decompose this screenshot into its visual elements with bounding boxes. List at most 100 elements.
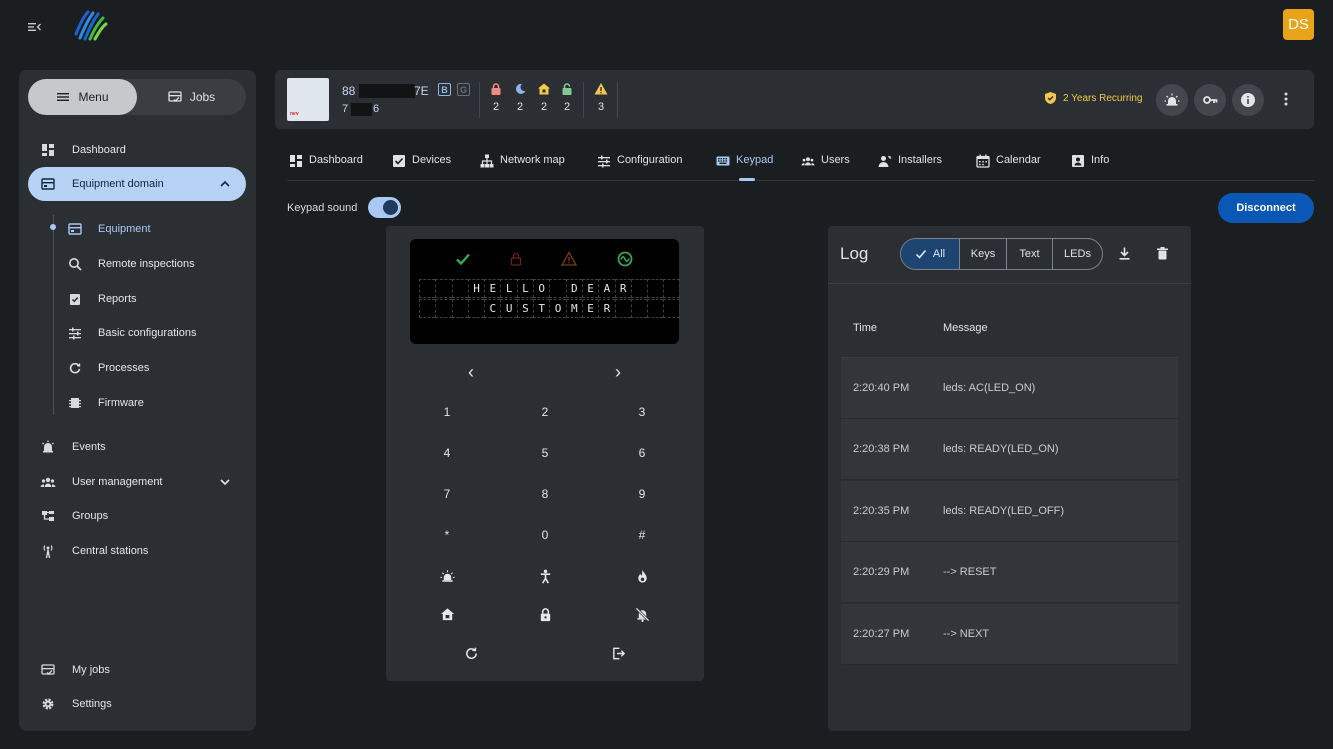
keypad-key-7[interactable]: 7 bbox=[427, 480, 467, 508]
keypad-key-3[interactable]: 3 bbox=[622, 398, 662, 426]
sidebar-item-central-stations[interactable]: Central stations bbox=[28, 534, 246, 568]
sidebar-item-settings[interactable]: Settings bbox=[28, 687, 246, 721]
tab-users[interactable]: Users bbox=[801, 148, 850, 181]
key-button[interactable] bbox=[1194, 84, 1226, 116]
tab-keypad[interactable]: Keypad bbox=[716, 148, 773, 181]
sidebar-item-events[interactable]: Events bbox=[28, 430, 246, 464]
lcd-char-cell: D bbox=[565, 279, 582, 298]
keypad-fire-button[interactable] bbox=[622, 562, 662, 590]
tab-info[interactable]: Info bbox=[1071, 148, 1109, 181]
keypad-key-5[interactable]: 5 bbox=[525, 439, 565, 467]
jobs-toggle-button[interactable]: Jobs bbox=[137, 79, 246, 115]
keypad-key-0[interactable]: 0 bbox=[525, 521, 565, 549]
keypad-key-2[interactable]: 2 bbox=[525, 398, 565, 426]
sidebar-subitem-reports[interactable]: Reports bbox=[55, 284, 245, 314]
lcd-char-cell bbox=[549, 279, 566, 298]
lcd-char-cell: A bbox=[598, 279, 615, 298]
keypad-reset-button[interactable] bbox=[451, 639, 491, 667]
tab-installers[interactable]: Installers bbox=[878, 148, 942, 181]
sidebar-item-user-management[interactable]: User management bbox=[28, 465, 246, 499]
more-vert-icon[interactable] bbox=[1279, 90, 1293, 108]
filter-text-button[interactable]: Text bbox=[1007, 239, 1053, 269]
menu-toggle-label: Menu bbox=[78, 90, 109, 104]
stat-armed: 2 bbox=[488, 82, 504, 113]
badge-b: B bbox=[438, 83, 451, 96]
filter-all-button[interactable]: All bbox=[901, 239, 960, 269]
chevron-down-icon[interactable] bbox=[218, 475, 232, 489]
delete-icon[interactable] bbox=[1155, 246, 1170, 261]
keypad-key-8[interactable]: 8 bbox=[525, 480, 565, 508]
filter-keys-button[interactable]: Keys bbox=[960, 239, 1007, 269]
sidebar-subitem-basic-configurations[interactable]: Basic configurations bbox=[55, 318, 245, 348]
lcd-char-cell: S bbox=[516, 299, 534, 318]
keypad-nav-left[interactable]: ‹ bbox=[451, 358, 491, 386]
lcd-char-cell: E bbox=[581, 279, 599, 298]
dashboard-icon bbox=[40, 142, 56, 158]
keypad-sound-toggle[interactable] bbox=[368, 197, 401, 218]
keypad-nav-right[interactable]: › bbox=[598, 358, 638, 386]
sidebar-subitem-firmware[interactable]: Firmware bbox=[55, 388, 245, 418]
trouble-led-icon bbox=[561, 251, 577, 266]
sidebar-item-label: Dashboard bbox=[72, 144, 126, 156]
keypad-key-1[interactable]: 1 bbox=[427, 398, 467, 426]
stat-warnings: 3 bbox=[593, 82, 609, 113]
keyboard-icon bbox=[716, 156, 730, 166]
my-jobs-icon bbox=[40, 662, 56, 678]
user-avatar[interactable]: DS bbox=[1283, 9, 1314, 40]
lcd-char-cell bbox=[451, 299, 468, 318]
sidebar-item-label: Central stations bbox=[72, 545, 149, 557]
tab-calendar[interactable]: Calendar bbox=[976, 148, 1041, 181]
keypad-emergency-button[interactable] bbox=[525, 562, 565, 590]
sidebar-subitem-remote-inspections[interactable]: Remote inspections bbox=[55, 249, 245, 279]
sidebar-item-groups[interactable]: Groups bbox=[28, 499, 246, 533]
keypad-panic-button[interactable] bbox=[427, 562, 467, 590]
keypad-exit-button[interactable] bbox=[598, 639, 638, 667]
lcd-char-cell: E bbox=[484, 279, 501, 298]
keypad-mute-button[interactable] bbox=[622, 600, 662, 628]
device-sub-id: 7 bbox=[342, 103, 349, 115]
keypad-key-9[interactable]: 9 bbox=[622, 480, 662, 508]
subscription-plan: 2 Years Recurring bbox=[1044, 91, 1143, 105]
menu-jobs-toggle: Menu Jobs bbox=[28, 79, 246, 115]
keypad-key-6[interactable]: 6 bbox=[622, 439, 662, 467]
keypad-key-star[interactable]: * bbox=[427, 521, 467, 549]
sidebar-item-label: Events bbox=[72, 441, 106, 453]
log-panel: Log All Keys Text LEDs Time Message 2:20… bbox=[828, 226, 1191, 731]
sidebar-subitem-processes[interactable]: Processes bbox=[55, 353, 245, 383]
device-sub-id-suffix: 6 bbox=[373, 103, 380, 115]
sidebar-item-equipment-domain[interactable]: Equipment domain bbox=[28, 167, 246, 201]
brand-logo[interactable] bbox=[70, 8, 110, 42]
chevron-up-icon[interactable] bbox=[218, 177, 232, 191]
tab-dashboard[interactable]: Dashboard bbox=[289, 148, 363, 181]
disconnect-button[interactable]: Disconnect bbox=[1218, 193, 1314, 223]
tab-configuration[interactable]: Configuration bbox=[597, 148, 682, 181]
sidebar-item-my-jobs[interactable]: My jobs bbox=[28, 653, 246, 687]
keypad-key-hash[interactable]: # bbox=[622, 521, 662, 549]
lcd-char-cell bbox=[647, 279, 664, 298]
alarm-button[interactable] bbox=[1156, 84, 1188, 116]
fire-icon bbox=[637, 569, 647, 583]
stat-night: 2 bbox=[512, 82, 528, 113]
sidebar-toggle-button[interactable] bbox=[26, 18, 44, 36]
lcd-char-cell bbox=[630, 299, 648, 318]
lcd-line-1: HELLO DEAR bbox=[419, 279, 680, 298]
menu-toggle-button[interactable]: Menu bbox=[28, 79, 137, 115]
download-icon[interactable] bbox=[1117, 246, 1132, 261]
sidebar-item-label: Settings bbox=[72, 698, 112, 710]
sidebar-subitem-equipment[interactable]: Equipment bbox=[55, 214, 245, 244]
filter-leds-button[interactable]: LEDs bbox=[1053, 239, 1102, 269]
lcd-char-cell: R bbox=[598, 299, 615, 318]
keypad-arm-home-button[interactable] bbox=[427, 600, 467, 628]
keypad-key-4[interactable]: 4 bbox=[427, 439, 467, 467]
info-button[interactable] bbox=[1232, 84, 1264, 116]
sidebar-item-label: Equipment domain bbox=[72, 178, 164, 190]
divider bbox=[479, 82, 480, 118]
sidebar-item-dashboard[interactable]: Dashboard bbox=[28, 133, 246, 167]
lcd-char-cell: L bbox=[516, 279, 534, 298]
alarm-icon bbox=[40, 439, 56, 455]
keypad-arm-away-button[interactable] bbox=[525, 600, 565, 628]
tab-network-map[interactable]: Network map bbox=[480, 148, 565, 181]
tab-devices[interactable]: Devices bbox=[392, 148, 451, 181]
sidebar-subitem-label: Processes bbox=[98, 362, 150, 374]
sidebar-subitem-label: Firmware bbox=[98, 397, 144, 409]
